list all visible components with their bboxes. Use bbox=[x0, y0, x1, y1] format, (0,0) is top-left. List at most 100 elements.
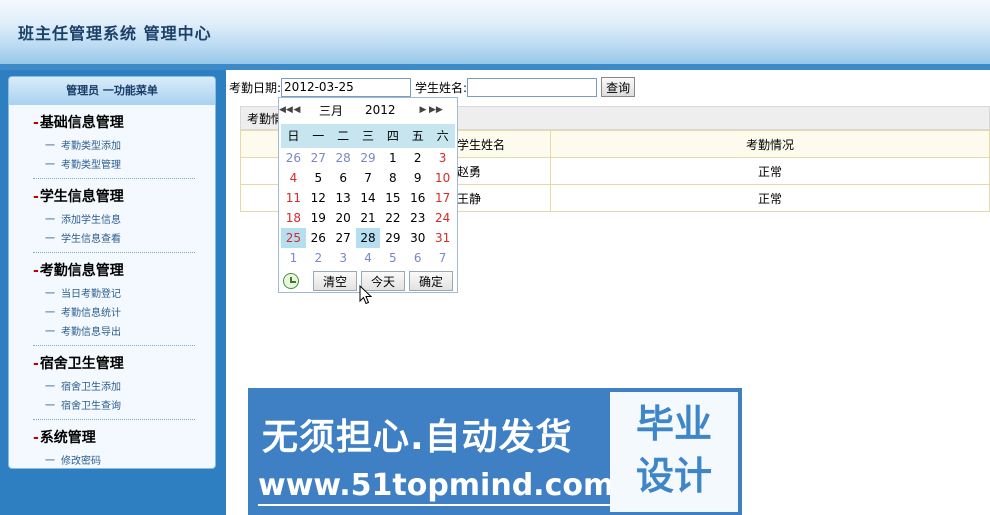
clear-button[interactable]: 清空 bbox=[313, 271, 357, 291]
menu-item-change-password[interactable]: 一修改密码 bbox=[33, 452, 195, 471]
table-header-cell: 考勤情况 bbox=[550, 130, 990, 158]
weekday-label: 一 bbox=[312, 129, 325, 143]
menu-item-attendance-export[interactable]: 一考勤信息导出 bbox=[33, 323, 195, 342]
calendar-day[interactable]: 4 bbox=[356, 248, 381, 268]
menu-item-dorm-add[interactable]: 一宿舍卫生添加 bbox=[33, 378, 195, 397]
search-bar: 考勤日期: 学生姓名: 查询 bbox=[229, 77, 636, 97]
menu-group-title[interactable]: 系统管理 bbox=[33, 428, 195, 448]
calendar-week-row: 4 5 6 7 8 9 10 bbox=[281, 168, 455, 188]
menu-group-title[interactable]: 基础信息管理 bbox=[33, 113, 195, 133]
clock-icon[interactable] bbox=[283, 273, 299, 289]
calendar-day[interactable]: 1 bbox=[380, 148, 405, 168]
calendar-week-row: 25 26 27 28 29 30 31 bbox=[281, 228, 455, 248]
menu-item-attendance-type-add[interactable]: 一考勤类型添加 bbox=[33, 137, 195, 156]
calendar-day[interactable]: 7 bbox=[430, 248, 455, 268]
calendar-week-row: 11 12 13 14 15 16 17 bbox=[281, 188, 455, 208]
calendar-day[interactable]: 17 bbox=[430, 188, 455, 208]
calendar-day[interactable]: 30 bbox=[405, 228, 430, 248]
date-label: 考勤日期: bbox=[229, 80, 282, 95]
menu-item-attendance-type-manage[interactable]: 一考勤类型管理 bbox=[33, 156, 195, 175]
menu-group-dorm: 宿舍卫生管理 一宿舍卫生添加 一宿舍卫生查询 bbox=[33, 354, 195, 420]
menu-group-title[interactable]: 宿舍卫生管理 bbox=[33, 354, 195, 374]
calendar-day[interactable]: 21 bbox=[356, 208, 381, 228]
calendar-day[interactable]: 11 bbox=[281, 188, 306, 208]
ad-banner: 无须担心.自动发货 www.51topmind.com 毕业 设计 bbox=[248, 388, 742, 515]
menu-item-attendance-stats[interactable]: 一考勤信息统计 bbox=[33, 304, 195, 323]
calendar-day[interactable]: 28 bbox=[331, 148, 356, 168]
prev-year-icon[interactable]: ◀◀ bbox=[279, 105, 293, 115]
ad-badge: 毕业 设计 bbox=[610, 392, 738, 512]
calendar-grid: 26 27 28 29 1 2 3 4 5 6 7 8 9 10 11 12 13 14 15 16 17 18 19 20 2… bbox=[281, 148, 455, 268]
menu-group-system: 系统管理 一修改密码 bbox=[33, 428, 195, 474]
calendar-day[interactable]: 29 bbox=[356, 148, 381, 168]
student-name-label: 学生姓名: bbox=[415, 80, 468, 95]
calendar-day[interactable]: 22 bbox=[380, 208, 405, 228]
menu-item-student-view[interactable]: 一学生信息查看 bbox=[33, 230, 195, 249]
app-title: 班主任管理系统 管理中心 bbox=[18, 24, 212, 43]
calendar-day[interactable]: 15 bbox=[380, 188, 405, 208]
calendar-day[interactable]: 27 bbox=[331, 228, 356, 248]
calendar-day[interactable]: 6 bbox=[405, 248, 430, 268]
calendar-week-row: 26 27 28 29 1 2 3 bbox=[281, 148, 455, 168]
table-cell: 正常 bbox=[550, 184, 990, 212]
menu-header: 管理员 一功能菜单 bbox=[9, 77, 215, 105]
calendar-day[interactable]: 2 bbox=[306, 248, 331, 268]
calendar-day[interactable]: 9 bbox=[405, 168, 430, 188]
calendar-day[interactable]: 23 bbox=[405, 208, 430, 228]
table-header-cell: 学生姓名 bbox=[450, 130, 551, 158]
menu-group-attendance: 考勤信息管理 一当日考勤登记 一考勤信息统计 一考勤信息导出 bbox=[33, 261, 195, 346]
date-input[interactable] bbox=[281, 77, 412, 97]
calendar-day[interactable]: 4 bbox=[281, 168, 306, 188]
calendar-day[interactable]: 16 bbox=[405, 188, 430, 208]
next-year-icon[interactable]: ▶▶ bbox=[429, 105, 443, 115]
calendar-day[interactable]: 26 bbox=[306, 228, 331, 248]
calendar-day[interactable]: 25 bbox=[281, 228, 306, 248]
calendar-day[interactable]: 6 bbox=[331, 168, 356, 188]
menu-group-title[interactable]: 考勤信息管理 bbox=[33, 261, 195, 281]
menu-group-title[interactable]: 学生信息管理 bbox=[33, 187, 195, 207]
calendar-day[interactable]: 12 bbox=[306, 188, 331, 208]
calendar-day[interactable]: 26 bbox=[281, 148, 306, 168]
menu-group-basic: 基础信息管理 一考勤类型添加 一考勤类型管理 bbox=[33, 113, 195, 179]
ad-headline: 无须担心.自动发货 bbox=[262, 417, 573, 458]
calendar-day[interactable]: 5 bbox=[306, 168, 331, 188]
menu-item-dorm-query[interactable]: 一宿舍卫生查询 bbox=[33, 397, 195, 416]
calendar-day[interactable]: 10 bbox=[430, 168, 455, 188]
calendar-day[interactable]: 14 bbox=[356, 188, 381, 208]
prev-month-icon[interactable]: ◀ bbox=[291, 105, 303, 115]
calendar-day[interactable]: 1 bbox=[281, 248, 306, 268]
student-name-input[interactable] bbox=[467, 77, 598, 97]
calendar-day[interactable]: 29 bbox=[380, 228, 405, 248]
calendar-day[interactable]: 7 bbox=[356, 168, 381, 188]
calendar-day[interactable]: 5 bbox=[380, 248, 405, 268]
calendar-day[interactable]: 13 bbox=[331, 188, 356, 208]
calendar-day[interactable]: 24 bbox=[430, 208, 455, 228]
calendar-day[interactable]: 27 bbox=[306, 148, 331, 168]
ad-url: www.51topmind.com bbox=[258, 468, 615, 503]
calendar-day[interactable]: 2 bbox=[405, 148, 430, 168]
ad-badge-line: 毕业 bbox=[635, 402, 712, 446]
calendar-day[interactable]: 31 bbox=[430, 228, 455, 248]
confirm-button[interactable]: 确定 bbox=[409, 271, 453, 291]
sidebar-menu: 管理员 一功能菜单 基础信息管理 一考勤类型添加 一考勤类型管理 学生信息管理 … bbox=[8, 76, 216, 469]
calendar-day[interactable]: 28 bbox=[355, 228, 381, 248]
calendar-day[interactable]: 3 bbox=[331, 248, 356, 268]
calendar-week-row: 18 19 20 21 22 23 24 bbox=[281, 208, 455, 228]
calendar-day[interactable]: 20 bbox=[331, 208, 356, 228]
calendar-day[interactable]: 8 bbox=[380, 168, 405, 188]
weekday-label: 二 bbox=[337, 129, 350, 143]
weekday-label: 六 bbox=[436, 129, 449, 143]
menu-group-student: 学生信息管理 一添加学生信息 一学生信息查看 bbox=[33, 187, 195, 253]
menu-item-attendance-register[interactable]: 一当日考勤登记 bbox=[33, 285, 195, 304]
query-button[interactable]: 查询 bbox=[601, 77, 636, 97]
date-picker: ◀◀ ◀ 三月 2012 ▶ ▶▶ 日 一 二 三 四 五 六 26 27 28 29… bbox=[278, 97, 458, 293]
mouse-cursor-icon bbox=[359, 285, 373, 305]
calendar-day[interactable]: 18 bbox=[281, 208, 306, 228]
calendar-month[interactable]: 三月 bbox=[319, 102, 355, 119]
next-month-icon[interactable]: ▶ bbox=[417, 105, 429, 115]
calendar-day[interactable]: 19 bbox=[306, 208, 331, 228]
table-cell: 正常 bbox=[550, 157, 990, 185]
menu-item-student-add[interactable]: 一添加学生信息 bbox=[33, 211, 195, 230]
calendar-year[interactable]: 2012 bbox=[365, 103, 409, 117]
calendar-day[interactable]: 3 bbox=[430, 148, 455, 168]
